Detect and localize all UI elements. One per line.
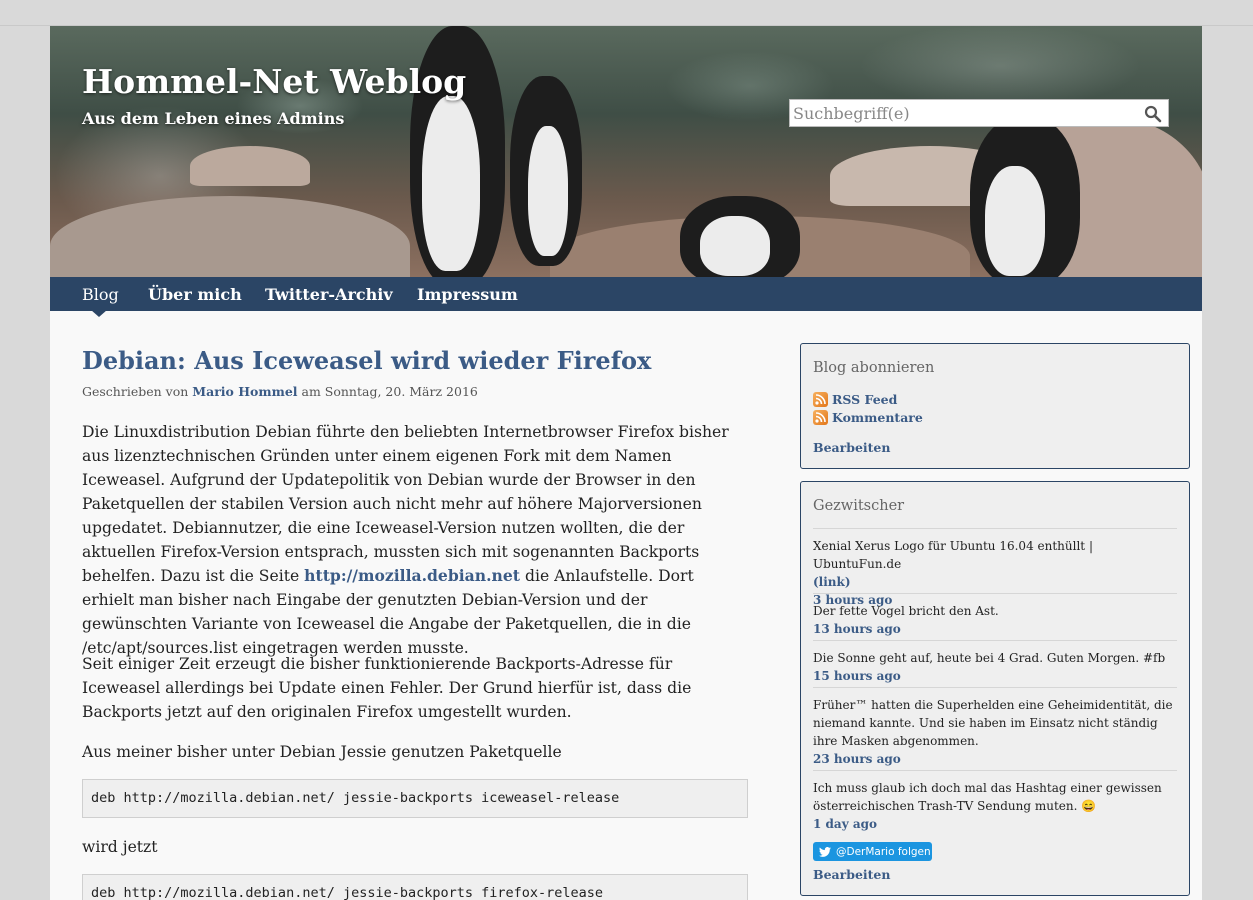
tweet-item: Früher™ hatten die Superhelden eine Gehe… bbox=[813, 687, 1177, 768]
penguin-belly bbox=[700, 216, 770, 276]
tweet-time[interactable]: 23 hours ago bbox=[813, 750, 1177, 768]
subscribe-widget: Blog abonnieren RSS Feed Kommentare Bear… bbox=[800, 343, 1190, 469]
rss-icon bbox=[813, 410, 828, 425]
tweet-item: Die Sonne geht auf, heute bei 4 Grad. Gu… bbox=[813, 640, 1177, 685]
code-block: deb http://mozilla.debian.net/ jessie-ba… bbox=[82, 874, 748, 900]
mozilla-debian-link[interactable]: http://mozilla.de­bian.net bbox=[304, 566, 520, 585]
tweet-text: Xenial Xerus Logo für Ubuntu 16.04 enthü… bbox=[813, 539, 1093, 571]
site-title[interactable]: Hommel-Net Weblog bbox=[82, 62, 466, 101]
post-paragraph: Seit einiger Zeit erzeugt die bisher fun… bbox=[82, 655, 692, 721]
rss-feed-link[interactable]: RSS Feed bbox=[813, 392, 897, 407]
site-subtitle: Aus dem Leben eines Admins bbox=[82, 109, 345, 128]
post-byline: Geschrieben von Mario Hommel am Sonntag,… bbox=[82, 384, 478, 399]
tweet-text: Der fette Vogel bricht den Ast. bbox=[813, 604, 999, 618]
author-link[interactable]: Mario Hommel bbox=[192, 384, 297, 399]
follow-label: @DerMario folgen bbox=[836, 845, 931, 858]
widget-title: Blog abonnieren bbox=[813, 360, 935, 376]
penguin-belly bbox=[528, 126, 568, 256]
search-box bbox=[789, 99, 1169, 127]
code-block: deb http://mozilla.debian.net/ jessie-ba… bbox=[82, 779, 748, 818]
tweet-text: Ich muss glaub ich doch mal das Hashtag … bbox=[813, 781, 1162, 813]
tweet-text: Früher™ hatten die Superhelden eine Gehe… bbox=[813, 698, 1173, 748]
byline-date: am Sonntag, 20. März 2016 bbox=[301, 384, 478, 399]
page-wrapper: Hommel-Net Weblog Aus dem Leben eines Ad… bbox=[50, 26, 1202, 900]
main-navigation: Blog Über mich Twitter-Archiv Impressum bbox=[50, 277, 1202, 317]
tweet-time[interactable]: 13 hours ago bbox=[813, 620, 1177, 638]
rock-shape bbox=[190, 146, 310, 186]
penguin-belly bbox=[985, 166, 1045, 276]
nav-item-blog[interactable]: Blog bbox=[82, 285, 119, 304]
tweet-link[interactable]: (link) bbox=[813, 573, 1177, 591]
tweet-item: Der fette Vogel bricht den Ast. 13 hours… bbox=[813, 593, 1177, 638]
tweet-time[interactable]: 15 hours ago bbox=[813, 667, 1177, 685]
widget-title: Gezwitscher bbox=[813, 498, 905, 514]
active-nav-indicator bbox=[91, 310, 107, 317]
paragraph-text: Die Linuxdistribution Debian führte den … bbox=[82, 423, 729, 585]
penguin-belly bbox=[422, 96, 480, 271]
tweet-time[interactable]: 1 day ago bbox=[813, 815, 1177, 833]
browser-top-strip bbox=[0, 0, 1253, 26]
twitter-bird-icon bbox=[819, 846, 831, 857]
nav-item-ueber-mich[interactable]: Über mich bbox=[148, 285, 242, 304]
byline-prefix: Geschrieben von bbox=[82, 384, 189, 399]
header-banner: Hommel-Net Weblog Aus dem Leben eines Ad… bbox=[50, 26, 1202, 277]
edit-twitter-link[interactable]: Bearbeiten bbox=[813, 867, 890, 882]
search-input[interactable] bbox=[790, 100, 1130, 126]
nav-item-impressum[interactable]: Impressum bbox=[417, 285, 518, 304]
tweet-item: Ich muss glaub ich doch mal das Hashtag … bbox=[813, 770, 1177, 833]
edit-subscribe-link[interactable]: Bearbeiten bbox=[813, 440, 890, 455]
post-paragraph: wird jetzt bbox=[82, 838, 158, 856]
comments-feed-link[interactable]: Kommentare bbox=[813, 410, 923, 425]
rss-icon bbox=[813, 392, 828, 407]
nav-item-twitter-archiv[interactable]: Twitter-Archiv bbox=[265, 285, 393, 304]
post-paragraph: Aus meiner bisher unter Debian Jessie ge… bbox=[82, 743, 562, 761]
search-icon[interactable] bbox=[1144, 105, 1162, 123]
comments-feed-label: Kommentare bbox=[832, 410, 923, 425]
twitter-follow-button[interactable]: @DerMario folgen bbox=[813, 842, 932, 861]
rss-feed-label: RSS Feed bbox=[832, 392, 898, 407]
twitter-widget: Gezwitscher Xenial Xerus Logo für Ubuntu… bbox=[800, 481, 1190, 896]
tweet-text: Die Sonne geht auf, heute bei 4 Grad. Gu… bbox=[813, 651, 1166, 665]
post-title[interactable]: Debian: Aus Iceweasel wird wieder Firefo… bbox=[82, 346, 651, 375]
post-paragraph: Die Linuxdistribution Debian führte den … bbox=[82, 420, 748, 660]
